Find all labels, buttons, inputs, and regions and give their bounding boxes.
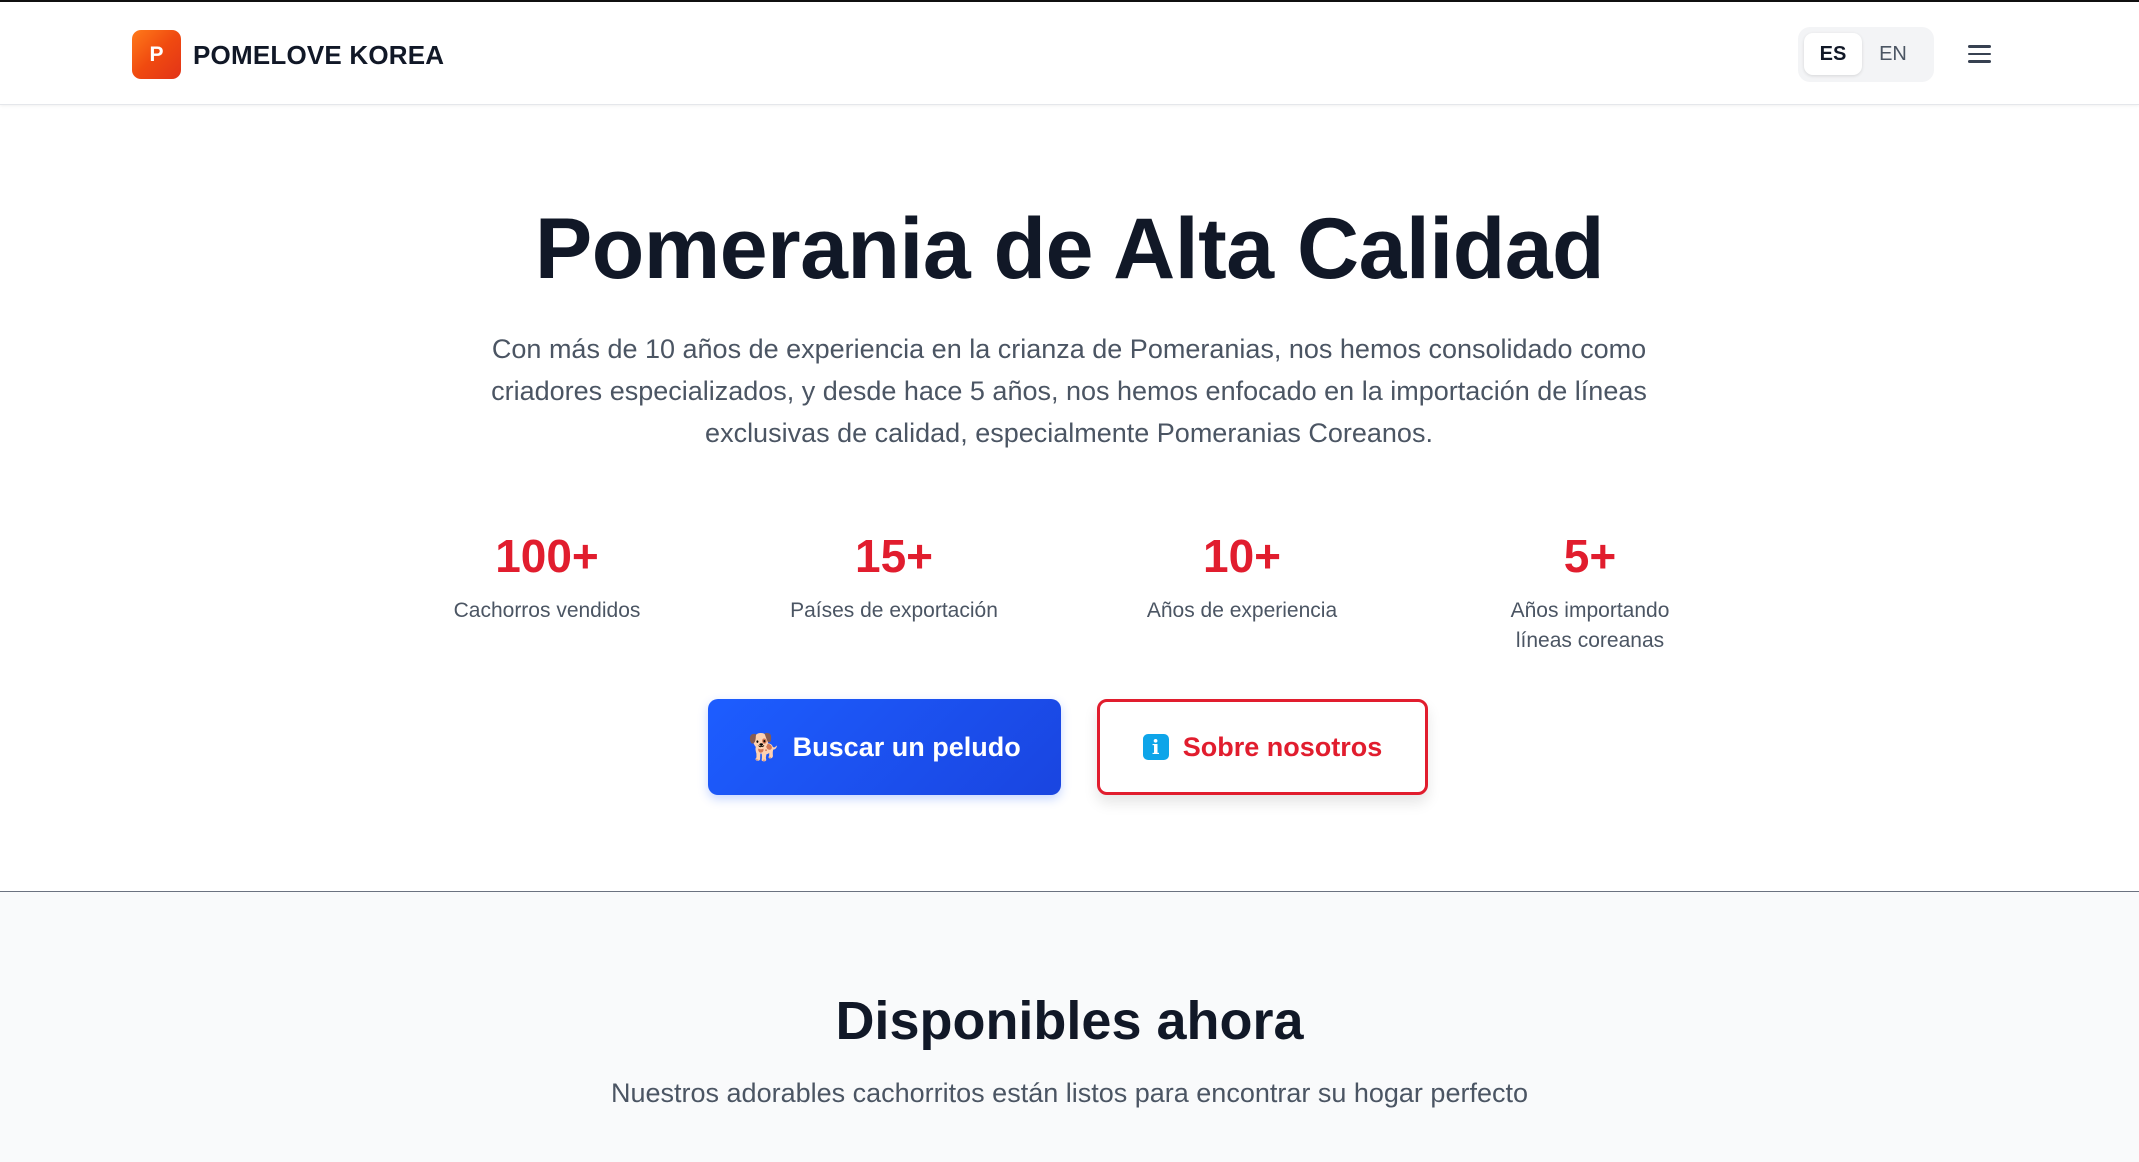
stats-row: 100+ Cachorros vendidos 15+ Países de ex… [0, 530, 2139, 660]
language-es-button[interactable]: ES [1804, 33, 1862, 75]
stat-puppies-sold: 100+ Cachorros vendidos [407, 530, 687, 626]
stat-value: 15+ [854, 530, 934, 582]
site-header: P POMELOVE KOREA ES EN [0, 2, 2139, 105]
dog-icon: 🐕 [748, 731, 781, 762]
stat-label: Países de exportación [790, 599, 998, 622]
available-subtitle: Nuestros adorables cachorritos están lis… [611, 1078, 1528, 1108]
hero-title: Pomerania de Alta Calidad [534, 201, 1605, 297]
about-us-button[interactable]: i Sobre nosotros [1097, 699, 1428, 795]
language-en-button[interactable]: EN [1864, 33, 1922, 75]
hamburger-menu-icon[interactable] [1960, 39, 1998, 69]
stat-value: 5+ [1563, 530, 1617, 582]
stat-label: Cachorros vendidos [453, 599, 641, 622]
stat-years-importing: 5+ Años importando líneas coreanas [1450, 530, 1730, 656]
find-puppy-label: Buscar un peludo [792, 731, 1021, 762]
language-switcher: ES EN [1798, 27, 1934, 82]
logo-icon[interactable]: P [132, 30, 181, 79]
stat-years-experience: 10+ Años de experiencia [1102, 530, 1382, 626]
stat-label: Años importando líneas coreanas [1510, 599, 1670, 652]
info-icon: i [1142, 734, 1169, 760]
hero-description: Con más de 10 años de experiencia en la … [491, 334, 1647, 448]
find-puppy-button[interactable]: 🐕 Buscar un peludo [708, 699, 1061, 795]
stat-export-countries: 15+ Países de exportación [754, 530, 1034, 626]
logo-letter: P [149, 42, 164, 66]
about-us-label: Sobre nosotros [1182, 731, 1383, 762]
stat-value: 10+ [1202, 530, 1282, 582]
brand-name[interactable]: POMELOVE KOREA [193, 40, 444, 71]
available-title: Disponibles ahora [835, 991, 1304, 1051]
stat-value: 100+ [495, 530, 599, 582]
stat-label: Años de experiencia [1146, 599, 1338, 622]
